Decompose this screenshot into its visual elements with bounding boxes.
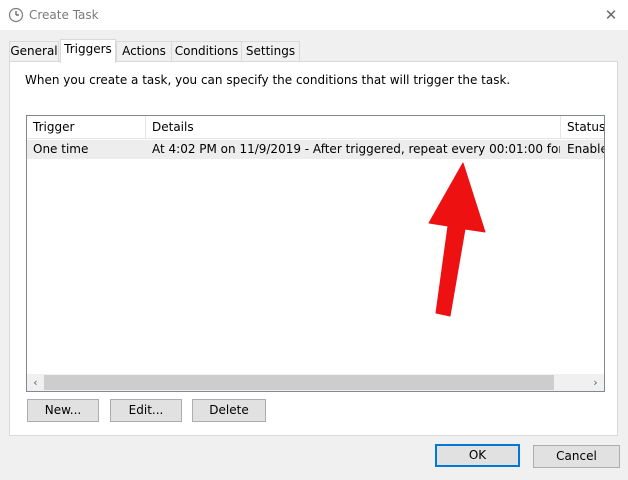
scroll-left-button[interactable]: ‹	[27, 374, 44, 391]
cancel-button[interactable]: Cancel	[533, 445, 620, 468]
tab-settings[interactable]: Settings	[241, 41, 300, 62]
scrollbar-thumb[interactable]	[44, 375, 554, 390]
horizontal-scrollbar[interactable]: ‹ ›	[27, 374, 604, 391]
list-header: Trigger Details Status	[27, 116, 604, 139]
scroll-right-button[interactable]: ›	[587, 374, 604, 391]
delete-trigger-button[interactable]: Delete	[192, 399, 266, 422]
triggers-panel: When you create a task, you can specify …	[9, 61, 618, 436]
title-bar: Create Task ✕	[0, 0, 628, 30]
close-icon: ✕	[604, 6, 618, 24]
cell-trigger: One time	[33, 142, 89, 156]
tab-general[interactable]: General	[9, 41, 59, 62]
tab-triggers[interactable]: Triggers	[60, 39, 116, 63]
new-trigger-button[interactable]: New...	[27, 399, 99, 422]
tab-actions[interactable]: Actions	[116, 41, 172, 62]
table-row[interactable]: One time At 4:02 PM on 11/9/2019 - After…	[27, 140, 604, 159]
edit-trigger-button[interactable]: Edit...	[110, 399, 182, 422]
tab-conditions[interactable]: Conditions	[171, 41, 242, 62]
triggers-description: When you create a task, you can specify …	[25, 73, 511, 87]
chevron-left-icon: ‹	[33, 376, 38, 389]
chevron-right-icon: ›	[593, 376, 598, 389]
triggers-list[interactable]: Trigger Details Status One time At 4:02 …	[26, 115, 605, 392]
column-header-trigger[interactable]: Trigger	[27, 116, 145, 138]
column-header-status[interactable]: Status	[561, 116, 604, 138]
column-header-details[interactable]: Details	[146, 116, 560, 138]
window-title: Create Task	[29, 8, 99, 22]
cell-status: Enable	[567, 142, 604, 156]
close-button[interactable]: ✕	[600, 5, 622, 25]
cell-details: At 4:02 PM on 11/9/2019 - After triggere…	[152, 142, 560, 156]
clock-icon	[8, 7, 24, 23]
ok-button[interactable]: OK	[435, 444, 520, 467]
